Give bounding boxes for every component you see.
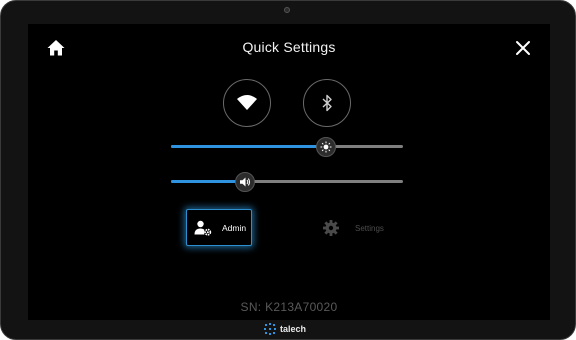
slider-fill: [171, 145, 327, 148]
camera-dot: [284, 7, 290, 13]
close-button[interactable]: [514, 39, 532, 57]
settings-button[interactable]: Settings: [322, 217, 384, 239]
admin-button-label: Admin: [222, 222, 247, 233]
admin-user-gear-icon: [194, 220, 212, 236]
close-icon: [516, 41, 530, 55]
gear-icon: [323, 220, 339, 236]
volume-slider[interactable]: [171, 172, 403, 192]
page-title: Quick Settings: [242, 39, 336, 55]
bluetooth-toggle-button[interactable]: [303, 79, 351, 127]
slider-fill: [171, 180, 246, 183]
settings-button-label: Settings: [355, 223, 384, 233]
wifi-toggle-button[interactable]: [223, 79, 271, 127]
bluetooth-icon: [322, 94, 332, 112]
brightness-slider[interactable]: [171, 137, 403, 157]
brand: talech: [264, 322, 306, 336]
admin-button[interactable]: Admin: [186, 209, 252, 246]
screen: Quick Settings Admin Settings SN: K213A7…: [28, 24, 550, 320]
brand-name: talech: [280, 324, 307, 334]
volume-icon: [240, 177, 251, 187]
talech-logo: [264, 323, 276, 335]
volume-slider-thumb[interactable]: [235, 172, 256, 192]
serial-number: SN: K213A70020: [240, 300, 338, 314]
brightness-icon: [320, 141, 332, 153]
device-bezel: Quick Settings Admin Settings SN: K213A7…: [0, 0, 576, 340]
wifi-icon: [237, 95, 257, 110]
brightness-slider-thumb[interactable]: [316, 137, 337, 157]
